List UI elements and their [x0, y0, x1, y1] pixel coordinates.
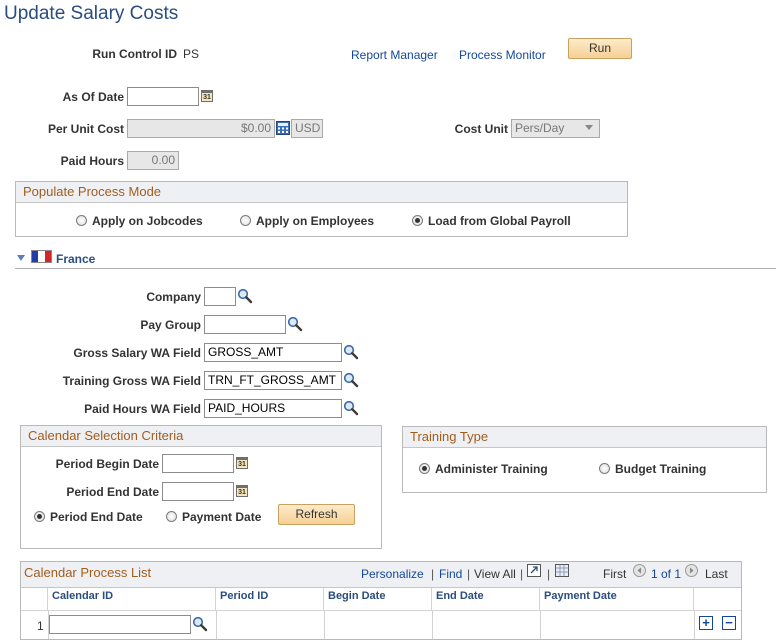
- populate-mode-group: Populate Process Mode: [15, 181, 628, 237]
- calendar-icon[interactable]: 31: [201, 90, 213, 102]
- column-header-actions: [694, 588, 741, 610]
- view-all-link[interactable]: View All: [474, 567, 516, 581]
- calculator-icon[interactable]: [276, 121, 290, 135]
- lookup-icon[interactable]: [343, 372, 359, 388]
- report-manager-link[interactable]: Report Manager: [351, 48, 438, 62]
- grid-row-count: 1 of 1: [651, 567, 682, 581]
- as-of-date-input[interactable]: [127, 87, 199, 106]
- add-row-icon[interactable]: +: [699, 616, 713, 630]
- download-grid-icon[interactable]: [555, 564, 569, 577]
- column-header-end-date[interactable]: End Date: [432, 588, 540, 610]
- collapse-arrow-icon[interactable]: [17, 255, 25, 261]
- per-unit-cost-label: Per Unit Cost: [47, 122, 124, 136]
- lookup-icon[interactable]: [343, 344, 359, 360]
- training-gross-label: Training Gross WA Field: [62, 374, 201, 388]
- next-arrow-icon[interactable]: [685, 564, 698, 577]
- radio-period-end-date-label: Period End Date: [50, 510, 143, 524]
- cost-unit-label: Cost Unit: [454, 122, 508, 136]
- grid-first-label: First: [603, 567, 627, 581]
- header-row-divider: [21, 610, 741, 611]
- currency-code-input: USD: [291, 119, 323, 138]
- radio-budget-training-label: Budget Training: [615, 462, 707, 476]
- refresh-button[interactable]: Refresh: [278, 504, 355, 525]
- flag-france-icon: [31, 250, 52, 263]
- radio-budget-training[interactable]: [599, 463, 610, 474]
- as-of-date-label: As Of Date: [62, 90, 124, 104]
- lookup-icon[interactable]: [343, 400, 359, 416]
- training-type-group: Training Type: [402, 426, 767, 493]
- lookup-icon[interactable]: [237, 288, 253, 304]
- pay-group-input[interactable]: [204, 315, 286, 334]
- radio-apply-employees[interactable]: [240, 215, 251, 226]
- find-link[interactable]: Find: [439, 567, 462, 581]
- personalize-link[interactable]: Personalize: [361, 567, 424, 581]
- training-gross-input[interactable]: TRN_FT_GROSS_AMT: [204, 371, 342, 390]
- column-header-period-id[interactable]: Period ID: [216, 588, 324, 610]
- paid-hours-wa-label: Paid Hours WA Field: [84, 402, 201, 416]
- run-control-value: PS: [183, 47, 200, 61]
- grid-separator: |: [547, 567, 551, 581]
- radio-payment-date-label: Payment Date: [182, 510, 262, 524]
- period-end-input[interactable]: [162, 482, 234, 501]
- cell-divider: [432, 611, 433, 639]
- radio-administer-training-label: Administer Training: [435, 462, 548, 476]
- grid-last-label: Last: [705, 567, 728, 581]
- company-input[interactable]: [204, 287, 236, 306]
- zoom-grid-icon[interactable]: [527, 564, 541, 577]
- cell-divider: [216, 611, 217, 639]
- column-header-row-number: [21, 588, 48, 610]
- process-monitor-link[interactable]: Process Monitor: [459, 48, 546, 62]
- grid-separator: |: [467, 567, 471, 581]
- radio-administer-training[interactable]: [419, 463, 430, 474]
- grid-separator: |: [431, 567, 435, 581]
- radio-load-global-payroll-label: Load from Global Payroll: [428, 214, 571, 228]
- radio-apply-jobcodes-label: Apply on Jobcodes: [92, 214, 203, 228]
- delete-row-icon[interactable]: −: [722, 616, 736, 630]
- column-header-payment-date[interactable]: Payment Date: [540, 588, 694, 610]
- calendar-id-input[interactable]: [49, 615, 191, 634]
- per-unit-cost-input: $0.00: [127, 119, 275, 138]
- lookup-icon[interactable]: [192, 616, 208, 632]
- calendar-icon[interactable]: 31: [236, 457, 248, 469]
- run-control-label: Run Control ID: [92, 47, 177, 61]
- column-header-begin-date[interactable]: Begin Date: [324, 588, 432, 610]
- row-number: 1: [37, 619, 44, 633]
- cell-divider: [540, 611, 541, 639]
- country-name[interactable]: France: [56, 252, 95, 266]
- period-begin-input[interactable]: [162, 454, 234, 473]
- calendar-icon[interactable]: 31: [236, 485, 248, 497]
- radio-apply-employees-label: Apply on Employees: [256, 214, 375, 228]
- column-header-calendar-id[interactable]: Calendar ID: [48, 588, 216, 610]
- training-type-title: Training Type: [403, 427, 766, 448]
- calendar-criteria-title: Calendar Selection Criteria: [21, 426, 381, 447]
- paid-hours-input: 0.00: [127, 151, 179, 170]
- period-begin-label: Period Begin Date: [55, 457, 159, 471]
- page-title: Update Salary Costs: [4, 3, 179, 24]
- radio-payment-date[interactable]: [166, 511, 177, 522]
- period-end-label: Period End Date: [66, 485, 159, 499]
- company-label: Company: [146, 290, 201, 304]
- cell-divider: [694, 611, 695, 639]
- cell-divider: [324, 611, 325, 639]
- radio-load-global-payroll[interactable]: [412, 215, 423, 226]
- grid-separator: |: [520, 567, 524, 581]
- paid-hours-label: Paid Hours: [60, 154, 124, 168]
- gross-salary-label: Gross Salary WA Field: [73, 346, 201, 360]
- prev-arrow-icon[interactable]: [633, 564, 646, 577]
- radio-period-end-date[interactable]: [34, 511, 45, 522]
- pay-group-label: Pay Group: [140, 318, 201, 332]
- gross-salary-input[interactable]: GROSS_AMT: [204, 343, 342, 362]
- chevron-down-icon: [585, 125, 593, 130]
- section-divider: [15, 268, 776, 269]
- populate-mode-title: Populate Process Mode: [16, 182, 627, 203]
- run-button[interactable]: Run: [568, 38, 632, 59]
- paid-hours-wa-input[interactable]: PAID_HOURS: [204, 399, 342, 418]
- lookup-icon[interactable]: [287, 316, 303, 332]
- radio-apply-jobcodes[interactable]: [76, 215, 87, 226]
- grid-title: Calendar Process List: [24, 565, 152, 580]
